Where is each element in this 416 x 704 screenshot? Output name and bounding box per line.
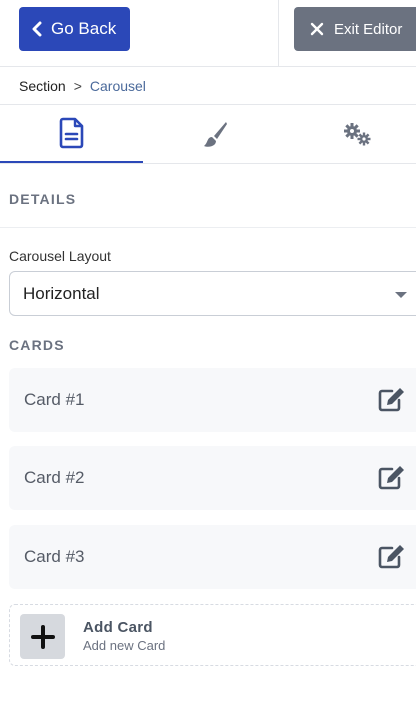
- tab-content[interactable]: [0, 105, 143, 163]
- breadcrumb-separator: >: [73, 78, 82, 94]
- details-heading: DETAILS: [9, 191, 77, 207]
- cards-heading: CARDS: [9, 337, 65, 353]
- card-label: Card #1: [24, 390, 85, 409]
- document-icon: [59, 117, 83, 149]
- carousel-layout-label: Carousel Layout: [9, 248, 111, 264]
- go-back-label: Go Back: [51, 19, 117, 38]
- breadcrumb: Section > Carousel: [19, 77, 146, 95]
- carousel-layout-select[interactable]: Horizontal: [9, 271, 416, 316]
- gears-icon: [343, 122, 370, 145]
- breadcrumb-carousel[interactable]: Carousel: [90, 78, 146, 94]
- divider: [278, 0, 279, 67]
- tab-settings[interactable]: [286, 105, 416, 164]
- tab-style[interactable]: [143, 105, 286, 164]
- plus-icon: [20, 614, 65, 659]
- close-icon: [310, 22, 324, 36]
- editor-tabs: [0, 105, 416, 164]
- card-label: Card #3: [24, 547, 85, 566]
- chevron-left-icon: [32, 21, 42, 37]
- card-label: Card #2: [24, 468, 85, 487]
- divider: [0, 227, 416, 228]
- edit-icon[interactable]: [378, 387, 405, 417]
- add-card-title: Add Card: [83, 619, 153, 636]
- exit-editor-label: Exit Editor: [334, 20, 403, 38]
- add-card-subtitle: Add new Card: [83, 638, 166, 653]
- breadcrumb-section[interactable]: Section: [19, 78, 66, 94]
- chevron-down-icon: [395, 292, 407, 298]
- card-item[interactable]: Card #3: [9, 525, 416, 589]
- top-bar: Go Back Exit Editor: [0, 0, 416, 67]
- carousel-layout-value: Horizontal: [23, 283, 100, 303]
- exit-editor-button[interactable]: Exit Editor: [294, 7, 416, 51]
- go-back-button[interactable]: Go Back: [19, 7, 130, 51]
- card-item[interactable]: Card #1: [9, 368, 416, 432]
- edit-icon[interactable]: [378, 465, 405, 495]
- brush-icon: [203, 121, 227, 147]
- card-item[interactable]: Card #2: [9, 446, 416, 510]
- add-card-button[interactable]: Add Card Add new Card: [9, 604, 416, 666]
- edit-icon[interactable]: [378, 544, 405, 574]
